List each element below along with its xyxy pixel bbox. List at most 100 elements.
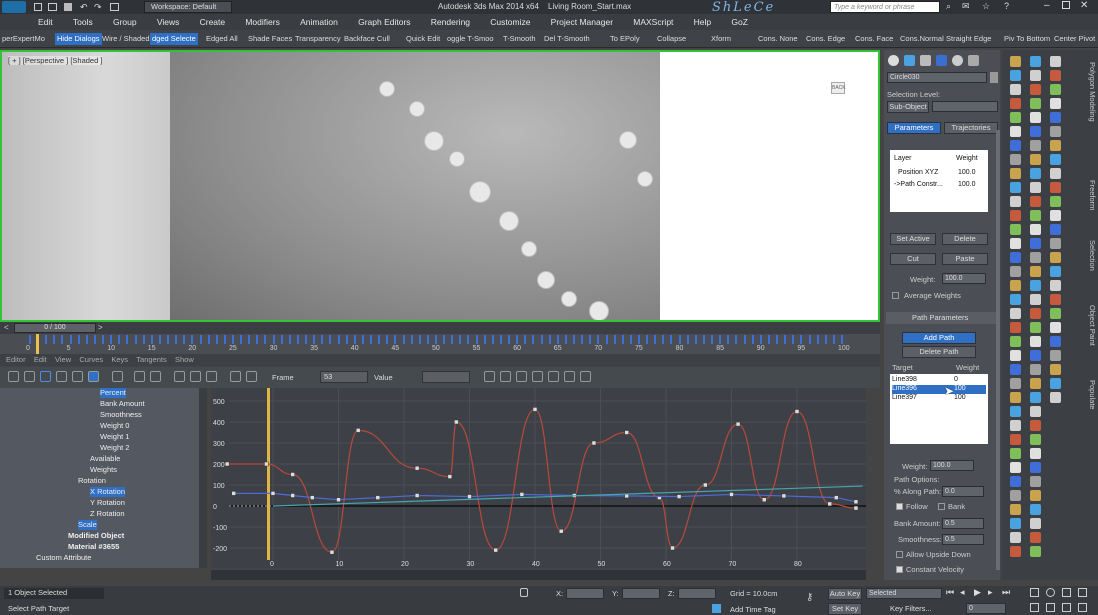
shape-icon[interactable]	[1050, 126, 1061, 137]
curve-key[interactable]	[310, 495, 315, 500]
move-icon[interactable]	[1010, 518, 1021, 529]
menu-graph-editors[interactable]: Graph Editors	[358, 14, 410, 30]
keyframe-marker[interactable]	[207, 335, 210, 344]
link-icon[interactable]	[1030, 504, 1041, 515]
key-filters-label[interactable]: Key Filters...	[890, 604, 932, 613]
ribbon-quick-edit[interactable]: Quick Edit	[406, 33, 440, 45]
keyframe-marker[interactable]	[548, 335, 551, 344]
keyframe-marker[interactable]	[443, 335, 446, 344]
curve-key[interactable]	[729, 492, 734, 497]
bind-icon[interactable]	[1010, 364, 1021, 375]
keyframe-marker[interactable]	[142, 335, 145, 344]
layer-icon[interactable]	[1010, 182, 1021, 193]
keyframe-marker[interactable]	[45, 335, 48, 344]
ce-menu-keys[interactable]: Keys	[111, 355, 128, 364]
tangent-smooth-icon[interactable]	[580, 371, 591, 382]
tree-item-z-rotation[interactable]: Z Rotation	[90, 509, 125, 519]
keyframe-marker[interactable]	[735, 335, 738, 344]
keyframe-marker[interactable]	[110, 335, 113, 344]
ribbon-center-pivot[interactable]: Center Pivot	[1054, 33, 1095, 45]
time-slider-thumb[interactable]: 0 / 100	[14, 323, 96, 333]
tree-item-rotation[interactable]: Rotation	[78, 476, 106, 486]
modify-tab-icon[interactable]	[904, 55, 915, 66]
keyframe-marker[interactable]	[743, 335, 746, 344]
curve-key[interactable]	[231, 491, 236, 496]
scale-icon[interactable]	[1010, 322, 1021, 333]
keyframe-marker[interactable]	[841, 335, 843, 344]
keyframe-marker[interactable]	[792, 335, 795, 344]
tree-item-material[interactable]: Material #3655	[68, 542, 119, 552]
helper-icon[interactable]	[1010, 448, 1021, 459]
curve-key[interactable]	[591, 440, 597, 446]
utilities-tab-icon[interactable]	[968, 55, 979, 66]
motion-tab-icon[interactable]	[936, 55, 947, 66]
bind-icon[interactable]	[1030, 308, 1041, 319]
play-icon[interactable]: ▶	[974, 587, 981, 598]
perspective-viewport[interactable]: [ + ] [Perspective ] [Shaded ] BACK	[0, 50, 880, 322]
keyframe-marker[interactable]	[126, 335, 129, 344]
tangent-slow-icon[interactable]	[532, 371, 543, 382]
menu-tools[interactable]: Tools	[73, 14, 93, 30]
command-panel-scrollbar[interactable]	[996, 130, 1000, 570]
menu-edit[interactable]: Edit	[38, 14, 53, 30]
select-icon[interactable]	[1010, 56, 1021, 67]
weight-input[interactable]: 100.0	[942, 273, 986, 284]
frame-vertical-icon[interactable]	[150, 371, 161, 382]
ribbon-edged-selected[interactable]: dged Selecte	[150, 33, 198, 45]
keyframe-marker[interactable]	[694, 335, 697, 344]
lock-selection-icon[interactable]	[520, 588, 528, 597]
keyframe-marker[interactable]	[296, 335, 299, 344]
target-row[interactable]: Line397 100	[892, 394, 986, 403]
unlink-icon[interactable]	[1030, 294, 1041, 305]
camera-icon[interactable]	[1030, 140, 1041, 151]
ce-menu-show[interactable]: Show	[175, 355, 194, 364]
keyframe-marker[interactable]	[61, 335, 64, 344]
menu-animation[interactable]: Animation	[300, 14, 338, 30]
keyframe-marker[interactable]	[215, 335, 218, 344]
tree-item-x-rotation[interactable]: X Rotation	[90, 487, 126, 497]
tree-item-scale[interactable]: Scale	[78, 520, 97, 530]
ce-menu-edit[interactable]: Edit	[34, 355, 47, 364]
tree-item-weight-2[interactable]: Weight 2	[100, 443, 129, 453]
layer-row-weight[interactable]: 100.0	[958, 169, 976, 176]
light-icon[interactable]	[1050, 322, 1061, 333]
keyframe-marker[interactable]	[29, 335, 31, 344]
keyframe-marker[interactable]	[727, 335, 730, 344]
hierarchy-tab-icon[interactable]	[920, 55, 931, 66]
rotate-icon[interactable]	[1010, 84, 1021, 95]
tab-trajectories[interactable]: Trajectories	[944, 122, 998, 134]
frame-horizontal-icon[interactable]	[134, 371, 145, 382]
rotate-icon[interactable]	[1010, 532, 1021, 543]
close-icon[interactable]: ✕	[1080, 0, 1088, 11]
link-icon[interactable]	[1030, 280, 1041, 291]
redo-icon[interactable]: ↷	[94, 2, 102, 13]
draw-curves-icon[interactable]	[88, 371, 99, 382]
scale-icon[interactable]	[1030, 266, 1041, 277]
keyframe-marker[interactable]	[459, 335, 462, 344]
hold-icon[interactable]	[110, 3, 119, 11]
keyframe-marker[interactable]	[183, 335, 186, 344]
tree-item-custom-attribute[interactable]: Custom Attribute	[36, 553, 91, 563]
keyframe-marker[interactable]	[199, 335, 202, 344]
select-icon[interactable]	[1050, 168, 1061, 179]
minimize-icon[interactable]: –	[1044, 0, 1050, 11]
graphite-tab-label[interactable]: Freeform	[1088, 180, 1097, 210]
helper-icon[interactable]	[1050, 336, 1061, 347]
keyframe-marker[interactable]	[272, 335, 275, 344]
select-icon[interactable]	[1010, 504, 1021, 515]
select-icon[interactable]	[1030, 448, 1041, 459]
helper-icon[interactable]	[1030, 392, 1041, 403]
keyframe-marker[interactable]	[223, 335, 226, 344]
material-icon[interactable]	[1030, 546, 1041, 557]
move-icon[interactable]	[1030, 238, 1041, 249]
geometry-icon[interactable]	[1010, 476, 1021, 487]
unlink-icon[interactable]	[1050, 238, 1061, 249]
material-icon[interactable]	[1010, 154, 1021, 165]
layer-icon[interactable]	[1030, 126, 1041, 137]
keyframe-marker[interactable]	[85, 335, 88, 344]
keyframe-marker[interactable]	[167, 335, 170, 344]
material-icon[interactable]	[1030, 98, 1041, 109]
keyframe-marker[interactable]	[556, 335, 559, 344]
keyframe-marker[interactable]	[776, 335, 779, 344]
constant-velocity-checkbox[interactable]	[896, 566, 903, 573]
